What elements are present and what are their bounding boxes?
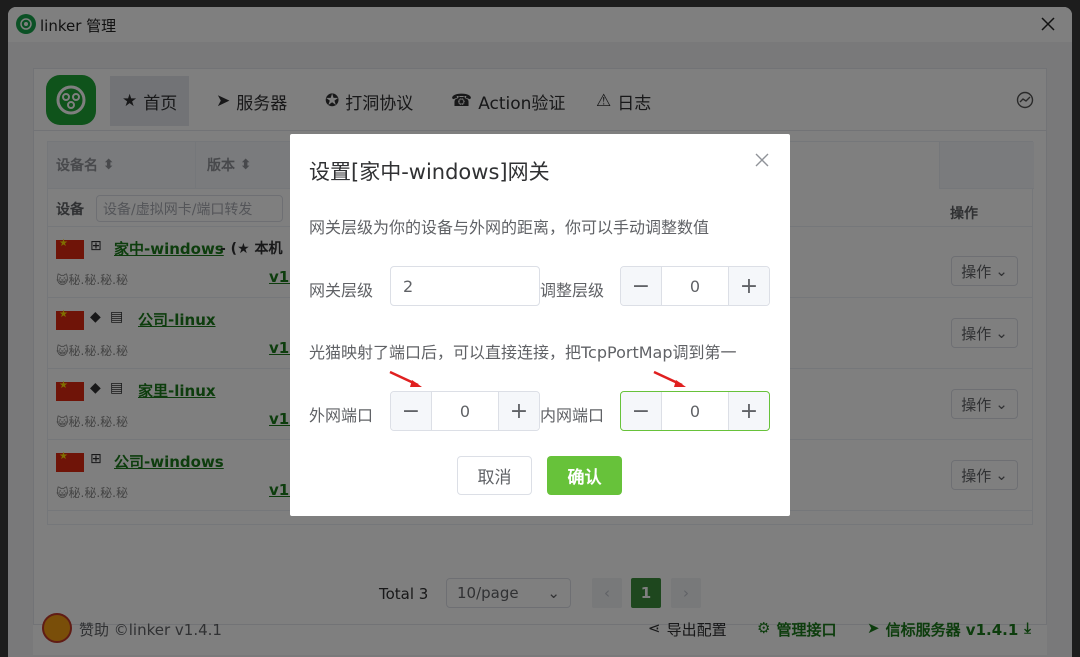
decrement-button[interactable]: −: [621, 267, 662, 305]
adjust-level-label: 调整层级: [540, 281, 605, 300]
adjust-level-value[interactable]: 0: [662, 267, 728, 305]
cancel-button[interactable]: 取消: [457, 456, 532, 495]
lan-port-stepper: − 0 +: [620, 391, 770, 431]
increment-button[interactable]: +: [728, 392, 769, 430]
decrement-button[interactable]: −: [391, 392, 432, 430]
dialog-description: 网关层级为你的设备与外网的距离，你可以手动调整数值: [309, 218, 710, 237]
gateway-level-label: 网关层级: [309, 281, 374, 300]
lan-port-value[interactable]: 0: [662, 392, 728, 430]
increment-button[interactable]: +: [728, 267, 769, 305]
wan-port-value[interactable]: 0: [432, 392, 498, 430]
gateway-level-input[interactable]: 2: [390, 266, 540, 306]
close-icon[interactable]: [754, 152, 770, 168]
dialog-title: 设置[家中-windows]网关: [309, 160, 550, 184]
red-arrow-icon: [653, 370, 686, 387]
adjust-level-stepper: − 0 +: [620, 266, 770, 306]
port-map-description: 光猫映射了端口后，可以直接连接，把TcpPortMap调到第一: [309, 343, 737, 362]
gateway-dialog: 设置[家中-windows]网关 网关层级为你的设备与外网的距离，你可以手动调整…: [290, 134, 790, 516]
red-arrow-icon: [389, 370, 422, 387]
wan-port-label: 外网端口: [309, 406, 374, 425]
increment-button[interactable]: +: [498, 392, 539, 430]
wan-port-stepper: − 0 +: [390, 391, 540, 431]
lan-port-label: 内网端口: [540, 406, 605, 425]
confirm-button[interactable]: 确认: [547, 456, 622, 495]
decrement-button[interactable]: −: [621, 392, 662, 430]
